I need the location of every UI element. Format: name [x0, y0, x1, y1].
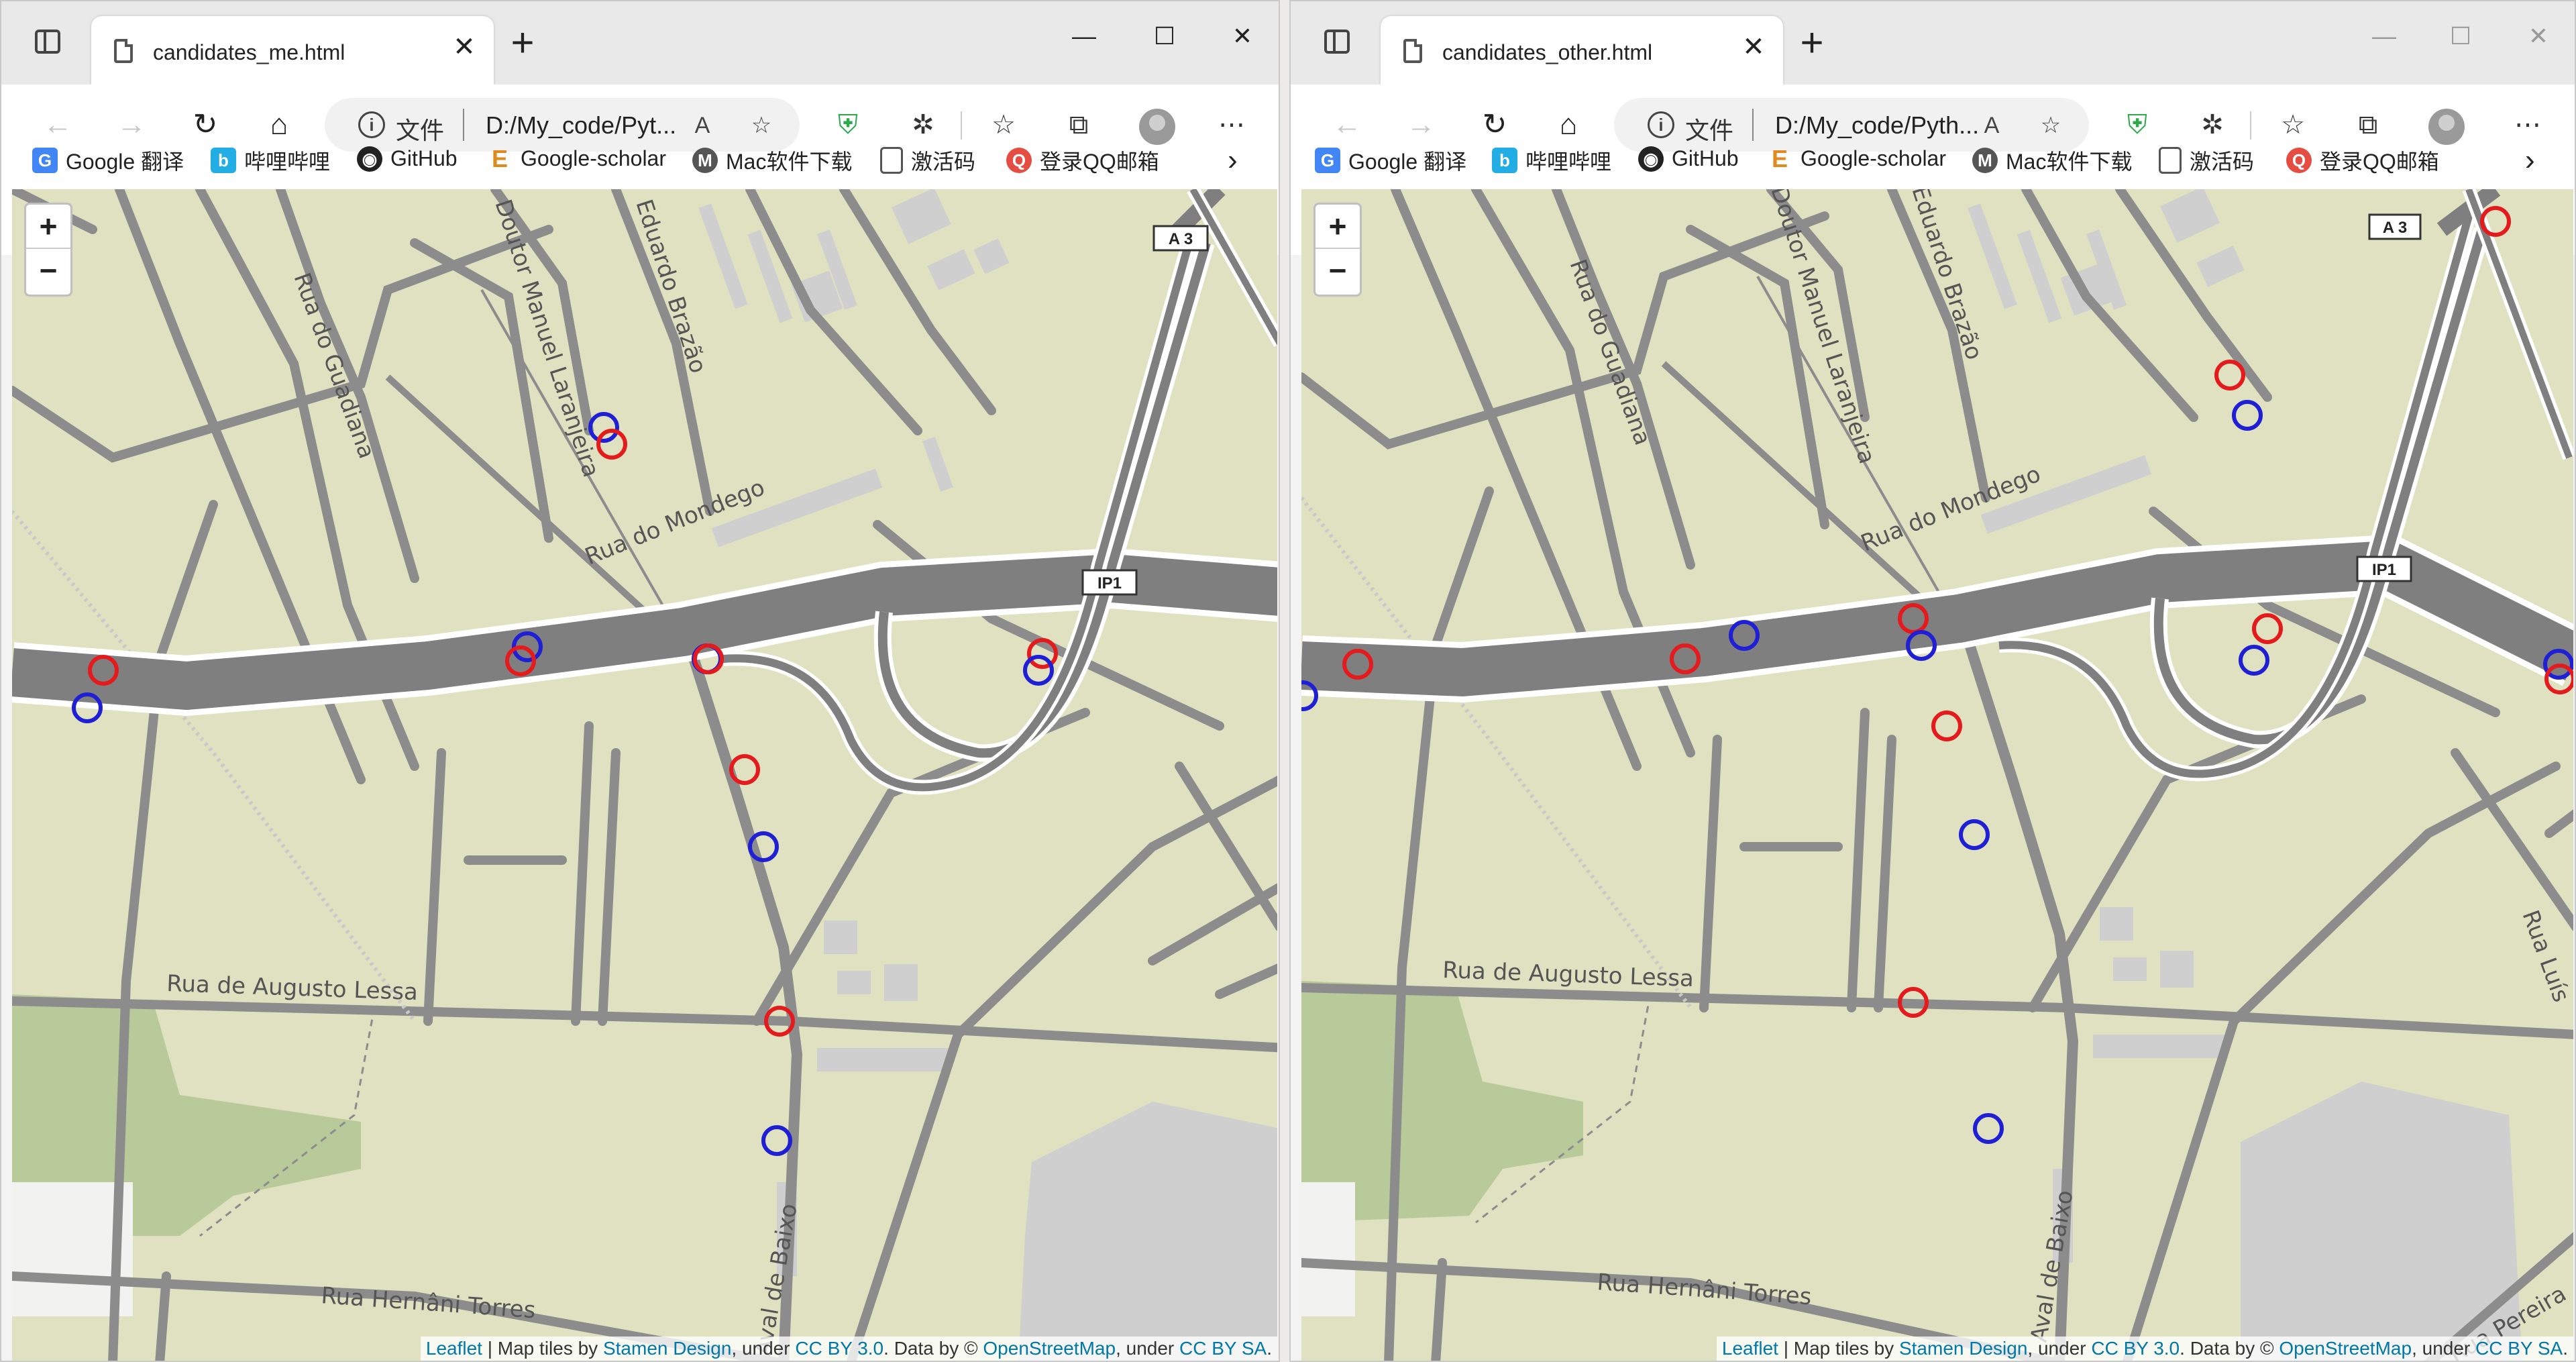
- cc-by-link[interactable]: CC BY 3.0: [795, 1338, 883, 1359]
- cc-by-sa-link[interactable]: CC BY SA: [2475, 1338, 2563, 1359]
- cc-by-sa-link[interactable]: CC BY SA: [1179, 1338, 1267, 1359]
- tab-bar: candidates_me.html ✕ + — ☐ ✕: [1, 1, 1279, 85]
- qq-mail-icon: Q: [2286, 148, 2312, 173]
- bookmark-mac-download[interactable]: M Mac软件下载: [692, 145, 852, 174]
- new-tab-button[interactable]: +: [1792, 23, 1831, 63]
- browser-window-right: candidates_other.html ✕ + — ☐ ✕ ← → ↻ ⌂ …: [1289, 0, 2576, 1362]
- bookmark-activation-code[interactable]: 激活码: [2159, 145, 2254, 174]
- attribution-text: . Data by ©: [883, 1338, 983, 1359]
- tab-candidates-me[interactable]: candidates_me.html ✕: [91, 16, 494, 85]
- attribution-text: . Data by ©: [2180, 1338, 2279, 1359]
- ip1-shield-label: IP1: [2372, 561, 2396, 579]
- attribution-text: | Map tiles by: [1778, 1338, 1899, 1359]
- google-translate-icon: G: [1315, 148, 1340, 173]
- attribution-text: , under: [2027, 1338, 2092, 1359]
- browser-window-left: candidates_me.html ✕ + — ☐ ✕ ← → ↻ ⌂ i 文…: [0, 0, 1280, 1362]
- zoom-control: + −: [1313, 203, 1362, 297]
- osm-link[interactable]: OpenStreetMap: [983, 1338, 1116, 1359]
- bookmark-google-scholar[interactable]: E Google-scholar: [487, 145, 666, 174]
- github-icon: ◉: [1638, 146, 1664, 172]
- tab-actions-icon[interactable]: [1324, 30, 1350, 54]
- scholar-icon: E: [491, 144, 508, 172]
- tab-bar: candidates_other.html ✕ + — ☐ ✕: [1291, 1, 2575, 85]
- bookmark-github[interactable]: ◉ GitHub: [357, 145, 458, 174]
- minimize-button[interactable]: —: [2364, 20, 2404, 52]
- leaflet-link[interactable]: Leaflet: [1722, 1338, 1778, 1359]
- maximize-button[interactable]: ☐: [2440, 20, 2481, 52]
- new-tab-button[interactable]: +: [503, 23, 542, 63]
- mac-download-icon: M: [692, 148, 718, 173]
- bookmarks-more-icon[interactable]: ›: [2525, 144, 2535, 177]
- scholar-icon: E: [1771, 144, 1788, 172]
- zoom-control: + −: [24, 203, 72, 297]
- close-window-button[interactable]: ✕: [2518, 20, 2559, 52]
- maximize-button[interactable]: ☐: [1144, 20, 1185, 52]
- tab-candidates-other[interactable]: candidates_other.html ✕: [1381, 16, 1783, 85]
- tab-actions-icon[interactable]: [35, 30, 60, 54]
- attribution-text: , under: [1116, 1338, 1180, 1359]
- page-icon: [880, 147, 903, 174]
- bookmark-google-scholar[interactable]: E Google-scholar: [1767, 145, 1946, 174]
- bilibili-icon: b: [1492, 148, 1517, 173]
- bookmark-qq-mail[interactable]: Q 登录QQ邮箱: [1006, 145, 1159, 174]
- map-attribution: Leaflet | Map tiles by Stamen Design, un…: [420, 1337, 1277, 1361]
- bookmarks-bar: G Google 翻译 b 哔哩哔哩 ◉ GitHub E Google-scholar…: [1291, 132, 2575, 188]
- osm-link[interactable]: OpenStreetMap: [2279, 1338, 2412, 1359]
- stamen-link[interactable]: Stamen Design: [1899, 1338, 2027, 1359]
- map-view[interactable]: A 3 IP1 Rua do Guadiana Doutor Manuel La…: [12, 189, 1277, 1361]
- zoom-in-button[interactable]: +: [1316, 205, 1360, 249]
- map-view[interactable]: A 3 IP1 Rua do Guadiana Doutor Manuel La…: [1301, 189, 2573, 1361]
- bookmarks-bar: G Google 翻译 b 哔哩哔哩 ◉ GitHub E Google-scholar…: [1, 132, 1279, 188]
- zoom-out-button[interactable]: −: [1316, 249, 1360, 292]
- stamen-link[interactable]: Stamen Design: [603, 1338, 731, 1359]
- mac-download-icon: M: [1972, 148, 1998, 173]
- tab-title: candidates_me.html: [153, 40, 345, 64]
- qq-mail-icon: Q: [1006, 148, 1032, 173]
- bilibili-icon: b: [211, 148, 236, 173]
- bookmark-google-translate[interactable]: G Google 翻译: [32, 145, 184, 174]
- bookmark-bilibili[interactable]: b 哔哩哔哩: [211, 145, 330, 174]
- bookmark-google-translate[interactable]: G Google 翻译: [1315, 145, 1466, 174]
- page-icon: [2159, 147, 2182, 174]
- attribution-text: .: [1267, 1338, 1272, 1359]
- tab-title: candidates_other.html: [1442, 40, 1653, 64]
- attribution-text: , under: [2412, 1338, 2476, 1359]
- cc-by-link[interactable]: CC BY 3.0: [2091, 1338, 2180, 1359]
- github-icon: ◉: [357, 146, 382, 172]
- map-tiles[interactable]: A 3 IP1 Rua do Guadiana Doutor Manuel La…: [1301, 189, 2573, 1361]
- a3-shield-label: A 3: [1169, 230, 1193, 248]
- zoom-out-button[interactable]: −: [26, 249, 70, 292]
- close-window-button[interactable]: ✕: [1222, 20, 1263, 52]
- bookmark-github[interactable]: ◉ GitHub: [1638, 145, 1739, 174]
- google-translate-icon: G: [32, 148, 58, 173]
- bookmark-qq-mail[interactable]: Q 登录QQ邮箱: [2286, 145, 2439, 174]
- zoom-in-button[interactable]: +: [26, 205, 70, 249]
- attribution-text: , under: [731, 1338, 796, 1359]
- document-icon: [1403, 39, 1422, 63]
- bookmarks-more-icon[interactable]: ›: [1228, 144, 1238, 177]
- close-tab-icon[interactable]: ✕: [449, 32, 479, 62]
- map-tiles[interactable]: A 3 IP1 Rua do Guadiana Doutor Manuel La…: [12, 189, 1277, 1361]
- attribution-text: | Map tiles by: [482, 1338, 603, 1359]
- document-icon: [114, 39, 133, 63]
- close-tab-icon[interactable]: ✕: [1739, 32, 1768, 62]
- leaflet-link[interactable]: Leaflet: [426, 1338, 482, 1359]
- ip1-shield-label: IP1: [1097, 574, 1122, 592]
- bookmark-activation-code[interactable]: 激活码: [880, 145, 975, 174]
- map-attribution: Leaflet | Map tiles by Stamen Design, un…: [1716, 1337, 2573, 1361]
- bookmark-bilibili[interactable]: b 哔哩哔哩: [1492, 145, 1611, 174]
- a3-shield-label: A 3: [2383, 219, 2407, 237]
- attribution-text: .: [2563, 1338, 2568, 1359]
- bookmark-mac-download[interactable]: M Mac软件下载: [1972, 145, 2132, 174]
- minimize-button[interactable]: —: [1064, 20, 1104, 52]
